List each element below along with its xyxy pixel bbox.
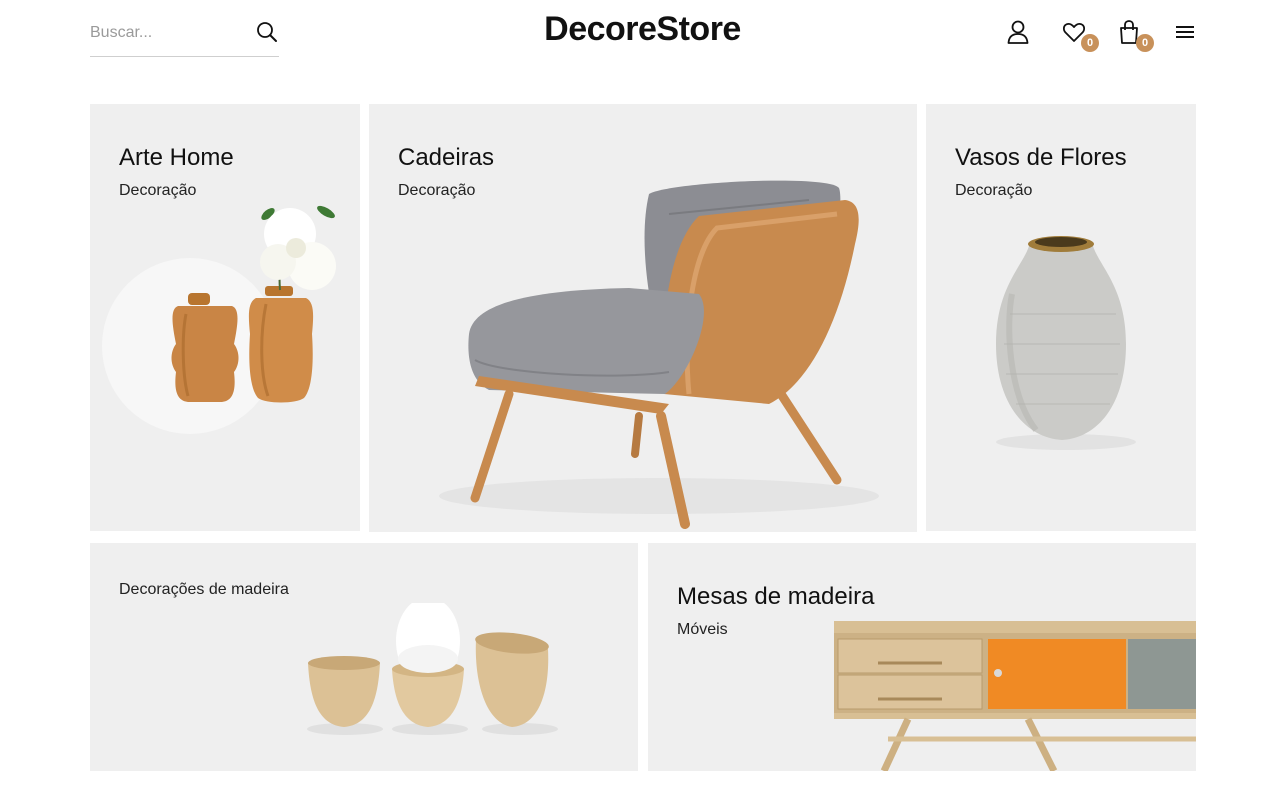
site-header: DecoreStore 0 0 bbox=[0, 0, 1280, 70]
hamburger-menu-icon[interactable] bbox=[1172, 18, 1198, 46]
cart-count-badge: 0 bbox=[1136, 34, 1154, 52]
wishlist-button[interactable]: 0 bbox=[1061, 18, 1099, 52]
category-subtitle: Móveis bbox=[677, 621, 728, 638]
sideboard-image bbox=[834, 621, 1196, 771]
category-tile-cadeiras[interactable]: Cadeiras Decoração bbox=[369, 104, 917, 532]
category-title: Decorações de madeira bbox=[119, 581, 289, 598]
category-subtitle: Decoração bbox=[955, 182, 1033, 199]
search-icon[interactable] bbox=[255, 18, 279, 46]
category-title: Mesas de madeira bbox=[677, 583, 875, 610]
user-icon[interactable] bbox=[1005, 18, 1031, 46]
search-input[interactable] bbox=[90, 18, 250, 48]
category-tile-arte-home[interactable]: Arte Home Decoração bbox=[90, 104, 360, 531]
category-tile-mesas-de-madeira[interactable]: Mesas de madeira Móveis bbox=[648, 543, 1196, 771]
site-logo[interactable]: DecoreStore bbox=[540, 10, 745, 49]
cart-button[interactable]: 0 bbox=[1116, 18, 1154, 52]
ceramic-vase-image bbox=[996, 236, 1136, 450]
wooden-cups-image bbox=[307, 603, 558, 735]
wooden-vases-image bbox=[102, 205, 336, 434]
category-title: Arte Home bbox=[119, 144, 234, 171]
armchair-image bbox=[439, 180, 879, 529]
category-tile-decoracoes-de-madeira[interactable]: Decorações de madeira bbox=[90, 543, 638, 771]
search-bar bbox=[90, 14, 279, 57]
category-title: Vasos de Flores bbox=[955, 144, 1127, 171]
wishlist-count-badge: 0 bbox=[1081, 34, 1099, 52]
category-tile-vasos-de-flores[interactable]: Vasos de Flores Decoração bbox=[926, 104, 1196, 531]
